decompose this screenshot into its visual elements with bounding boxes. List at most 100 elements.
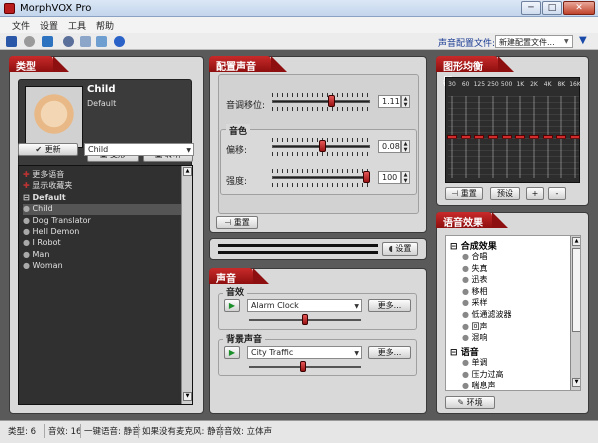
speaker-icon[interactable] xyxy=(96,36,107,47)
voice-icon: ● xyxy=(23,238,33,247)
strength-slider-track[interactable] xyxy=(272,176,370,179)
effect-icon: ● xyxy=(462,333,472,343)
eq-remove-button[interactable]: - xyxy=(548,187,566,200)
update-button[interactable]: ✔ 更新 xyxy=(18,143,78,156)
eq-gridline xyxy=(448,162,579,163)
chevron-down-icon: ▼ xyxy=(186,147,191,154)
collapse-icon: ⊟ xyxy=(23,193,33,202)
effect-item[interactable]: ● 单调 xyxy=(462,357,488,368)
voice-item-i-robot[interactable]: ● I Robot xyxy=(23,238,61,249)
background-more-button[interactable]: 更多... xyxy=(368,346,411,359)
eq-gridline xyxy=(448,126,579,127)
strength-ticks xyxy=(272,169,370,173)
filter-icon[interactable]: ▼ xyxy=(579,36,589,46)
eq-band-label: 8K xyxy=(557,81,566,88)
effect-icon: ● xyxy=(462,381,472,391)
effects-list-scrollbar[interactable]: ▲ ▼ xyxy=(570,236,580,390)
help-icon[interactable] xyxy=(114,36,125,47)
voice-list-scrollbar[interactable]: ▲ ▼ xyxy=(181,166,192,404)
save-icon[interactable] xyxy=(6,36,17,47)
effect-icon: ● xyxy=(462,298,472,308)
effect-more-button[interactable]: 更多... xyxy=(368,299,411,312)
pitch-slider-track[interactable] xyxy=(272,100,370,103)
effect-item[interactable]: ● 回声 xyxy=(462,321,488,332)
minimize-button[interactable]: ─ xyxy=(521,1,541,15)
eq-gridline xyxy=(448,102,579,103)
effects-group-synth[interactable]: ⊟ 合成效果 xyxy=(450,239,497,252)
effect-icon: ● xyxy=(462,286,472,296)
bias-spinner[interactable]: ▲ ▼ xyxy=(401,140,410,153)
list-item-show-favorites[interactable]: ✚ 显示收藏夹 xyxy=(23,180,72,191)
pitch-slider-thumb[interactable] xyxy=(328,95,336,107)
maximize-button[interactable]: □ xyxy=(542,1,562,15)
effects-group-voice[interactable]: ⊟ 语音 xyxy=(450,345,479,358)
menu-tools[interactable]: 工具 xyxy=(68,19,86,32)
scroll-down-icon[interactable]: ▼ xyxy=(183,392,192,401)
effect-item[interactable]: ● 喘息声 xyxy=(462,380,496,391)
background-play-button[interactable]: ▶ xyxy=(224,346,240,359)
close-button[interactable]: ✕ xyxy=(563,1,595,15)
pitch-value[interactable]: 1.11 xyxy=(378,95,401,108)
eq-gridline xyxy=(448,168,579,169)
voice-name: Child xyxy=(87,84,116,95)
effect-item[interactable]: ● 迅表 xyxy=(462,274,488,285)
scroll-up-icon[interactable]: ▲ xyxy=(572,237,580,246)
status-hotkey: 一键语音: 静音 xyxy=(84,427,141,437)
collapse-icon: ⊟ xyxy=(450,348,461,358)
eq-band-label: 1K xyxy=(516,81,525,88)
config-reset-button[interactable]: ⊣ 重置 xyxy=(216,216,258,229)
background-volume-thumb[interactable] xyxy=(300,361,307,372)
voice-select[interactable]: Child ▼ xyxy=(84,143,194,156)
effect-item[interactable]: ● 合唱 xyxy=(462,251,488,262)
voice-item-man[interactable]: ● Man xyxy=(23,250,49,261)
gear-icon[interactable] xyxy=(63,36,74,47)
eq-preset-button[interactable]: 预设 xyxy=(490,187,520,200)
bias-slider-thumb[interactable] xyxy=(319,140,327,152)
effect-item[interactable]: ● 低通滤波器 xyxy=(462,309,512,320)
effect-item[interactable]: ● 压力过高 xyxy=(462,369,504,380)
eq-band-label: 500 xyxy=(500,81,513,88)
eq-add-button[interactable]: + xyxy=(526,187,544,200)
menu-file[interactable]: 文件 xyxy=(12,19,30,32)
level-settings-button[interactable]: ◖ 设置 xyxy=(382,242,418,256)
strength-spinner[interactable]: ▲ ▼ xyxy=(401,171,410,184)
effect-icon: ● xyxy=(462,321,472,331)
effect-item[interactable]: ● 移相 xyxy=(462,286,488,297)
strength-slider-thumb[interactable] xyxy=(363,171,370,183)
scroll-down-icon[interactable]: ▼ xyxy=(572,378,580,387)
effect-select[interactable]: Alarm Clock ▼ xyxy=(247,299,362,312)
voice-item-child[interactable]: ● Child xyxy=(23,204,181,215)
scroll-up-icon[interactable]: ▲ xyxy=(183,167,192,176)
effect-play-button[interactable]: ▶ xyxy=(224,299,240,312)
chevron-down-icon: ▼ xyxy=(564,38,569,45)
effect-item[interactable]: ● 失真 xyxy=(462,263,488,274)
record-icon[interactable] xyxy=(24,36,35,47)
pitch-spinner[interactable]: ▲ ▼ xyxy=(401,95,410,108)
voice-avatar xyxy=(25,86,83,148)
voice-item-hell-demon[interactable]: ● Hell Demon xyxy=(23,227,79,238)
effect-item[interactable]: ● 混响 xyxy=(462,332,488,343)
voice-profile-select[interactable]: 新建配置文件... xyxy=(495,35,573,48)
check-icon: ✔ xyxy=(35,145,45,154)
effects-tweak-button[interactable]: ✎ 环境 xyxy=(445,396,495,409)
menu-help[interactable]: 帮助 xyxy=(96,19,114,32)
effect-volume-thumb[interactable] xyxy=(301,314,308,325)
menu-settings[interactable]: 设置 xyxy=(40,19,58,32)
list-item-more-voices[interactable]: ✚ 更多语音 xyxy=(23,169,64,180)
background-select[interactable]: City Traffic ▼ xyxy=(247,346,362,359)
play-icon: ▶ xyxy=(228,301,236,310)
strength-value[interactable]: 100 xyxy=(378,171,401,184)
voice-item-woman[interactable]: ● Woman xyxy=(23,261,63,272)
mic-icon[interactable] xyxy=(80,36,91,47)
wrench-icon: ✎ xyxy=(457,398,467,407)
eq-reset-button[interactable]: ⊣ 重置 xyxy=(445,187,483,200)
chevron-down-icon: ▼ xyxy=(354,350,359,357)
effect-item[interactable]: ● 采样 xyxy=(462,297,488,308)
bias-ticks-bottom xyxy=(272,152,370,156)
strength-label: 强度: xyxy=(226,177,248,187)
voice-group[interactable]: ⊟ Default xyxy=(23,193,66,204)
bias-value[interactable]: 0.08 xyxy=(378,140,401,153)
play-icon[interactable] xyxy=(42,36,53,47)
scroll-thumb[interactable] xyxy=(572,248,580,332)
voice-item-dog-translator[interactable]: ● Dog Translator xyxy=(23,216,91,227)
